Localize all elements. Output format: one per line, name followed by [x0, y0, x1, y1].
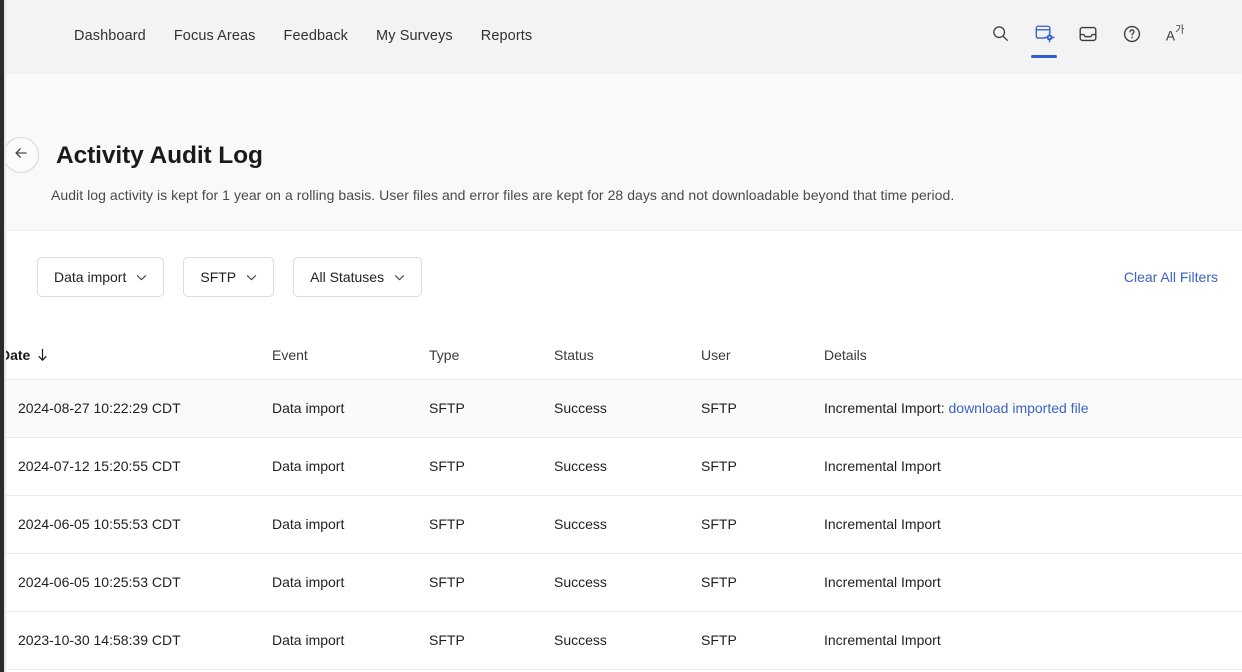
- cell-event: Data import: [272, 437, 429, 496]
- filter-status-label: All Statuses: [310, 269, 385, 285]
- details-text: Incremental Import: [824, 632, 941, 648]
- cell-type: SFTP: [429, 495, 554, 554]
- cell-details: Incremental Import: [824, 553, 1242, 612]
- nav-link-feedback[interactable]: Feedback: [270, 22, 362, 50]
- cell-type: SFTP: [429, 437, 554, 496]
- details-text: Incremental Import:: [824, 400, 945, 416]
- column-header-type[interactable]: Type: [429, 331, 554, 380]
- nav-action-icons: A 가: [978, 0, 1242, 72]
- inbox-icon: [1078, 24, 1098, 49]
- column-header-status-label: Status: [554, 346, 594, 363]
- back-button[interactable]: [3, 137, 39, 173]
- filter-event-type-dropdown[interactable]: Data import: [37, 257, 165, 297]
- table-row[interactable]: 2024-08-27 10:22:29 CDT Data import SFTP Su…: [0, 379, 1242, 438]
- page-title: Activity Audit Log: [56, 142, 263, 169]
- details-text: Incremental Import: [824, 458, 941, 474]
- table-row[interactable]: 2023-10-30 14:58:39 CDT Data import SFTP Su…: [0, 611, 1242, 670]
- cell-date: 2024-06-05 10:55:53 CDT: [0, 495, 272, 554]
- chevron-down-icon: [246, 272, 257, 283]
- cell-date: 2024-08-27 10:22:29 CDT: [0, 379, 272, 438]
- clear-all-filters-link[interactable]: Clear All Filters: [1124, 269, 1218, 285]
- search-button[interactable]: [978, 0, 1022, 72]
- cell-type: SFTP: [429, 611, 554, 670]
- cell-event: Data import: [272, 379, 429, 438]
- column-header-status[interactable]: Status: [554, 331, 701, 380]
- cell-date: 2024-07-12 15:20:55 CDT: [0, 437, 272, 496]
- download-imported-file-link[interactable]: download imported file: [949, 400, 1089, 416]
- window-edge-left: [0, 0, 4, 672]
- svg-text:가: 가: [1175, 24, 1184, 36]
- audit-log-page: Dashboard Focus Areas Feedback My Survey…: [0, 0, 1242, 672]
- help-button[interactable]: [1110, 0, 1154, 72]
- filter-source-dropdown[interactable]: SFTP: [183, 257, 275, 297]
- details-text: Incremental Import: [824, 516, 941, 532]
- column-header-details-label: Details: [824, 346, 867, 363]
- filter-bar: Data import SFTP All Statuses Clear All …: [0, 231, 1242, 331]
- cell-status: Success: [554, 553, 701, 612]
- window-edge-inner: [4, 0, 6, 672]
- cell-date: 2023-10-30 14:58:39 CDT: [0, 611, 272, 670]
- active-tab-indicator: [1031, 55, 1057, 58]
- cell-details: Incremental Import: download imported fi…: [824, 379, 1242, 438]
- arrow-left-icon: [13, 145, 29, 166]
- table-header-row: Date Event Type Status User Details: [0, 331, 1242, 380]
- cell-details: Incremental Import: [824, 437, 1242, 496]
- filter-event-type-label: Data import: [54, 269, 127, 285]
- cell-user: SFTP: [701, 553, 824, 612]
- cell-user: SFTP: [701, 611, 824, 670]
- cell-status: Success: [554, 611, 701, 670]
- filter-source-label: SFTP: [200, 269, 237, 285]
- audit-log-table: Date Event Type Status User Details 2024…: [0, 331, 1242, 670]
- help-circle-icon: [1122, 24, 1142, 49]
- page-header-section: Activity Audit Log Audit log activity is…: [0, 72, 1242, 231]
- column-header-event-label: Event: [272, 346, 308, 363]
- cell-status: Success: [554, 379, 701, 438]
- cell-status: Success: [554, 437, 701, 496]
- column-header-user-label: User: [701, 346, 731, 363]
- cell-event: Data import: [272, 495, 429, 554]
- translate-button[interactable]: A 가: [1154, 0, 1198, 72]
- cell-date: 2024-06-05 10:25:53 CDT: [0, 553, 272, 612]
- cell-event: Data import: [272, 611, 429, 670]
- sort-descending-icon: [36, 348, 49, 362]
- cell-user: SFTP: [701, 379, 824, 438]
- chevron-down-icon: [136, 272, 147, 283]
- chevron-down-icon: [394, 272, 405, 283]
- admin-panel-gear-icon: [1034, 23, 1055, 49]
- audit-log-table-container: Date Event Type Status User Details 2024…: [0, 331, 1242, 670]
- nav-link-reports[interactable]: Reports: [467, 22, 546, 50]
- column-header-type-label: Type: [429, 346, 460, 363]
- primary-nav-links: Dashboard Focus Areas Feedback My Survey…: [74, 22, 546, 50]
- details-text: Incremental Import: [824, 574, 941, 590]
- translate-icon: A 가: [1165, 23, 1187, 50]
- table-row[interactable]: 2024-06-05 10:55:53 CDT Data import SFTP Su…: [0, 495, 1242, 554]
- cell-details: Incremental Import: [824, 495, 1242, 554]
- top-navigation-bar: Dashboard Focus Areas Feedback My Survey…: [0, 0, 1242, 72]
- column-header-event[interactable]: Event: [272, 331, 429, 380]
- cell-details: Incremental Import: [824, 611, 1242, 670]
- cell-type: SFTP: [429, 379, 554, 438]
- cell-user: SFTP: [701, 437, 824, 496]
- nav-link-my-surveys[interactable]: My Surveys: [362, 22, 467, 50]
- cell-status: Success: [554, 495, 701, 554]
- admin-panel-button[interactable]: [1022, 0, 1066, 72]
- filter-button-group: Data import SFTP All Statuses: [37, 257, 423, 297]
- nav-link-dashboard[interactable]: Dashboard: [74, 22, 160, 50]
- nav-link-focus-areas[interactable]: Focus Areas: [160, 22, 270, 50]
- column-header-details[interactable]: Details: [824, 331, 1242, 380]
- table-row[interactable]: 2024-06-05 10:25:53 CDT Data import SFTP Su…: [0, 553, 1242, 612]
- cell-user: SFTP: [701, 495, 824, 554]
- inbox-button[interactable]: [1066, 0, 1110, 72]
- column-header-user[interactable]: User: [701, 331, 824, 380]
- column-header-date[interactable]: Date: [0, 331, 272, 380]
- table-row[interactable]: 2024-07-12 15:20:55 CDT Data import SFTP Su…: [0, 437, 1242, 496]
- cell-event: Data import: [272, 553, 429, 612]
- table-body: 2024-08-27 10:22:29 CDT Data import SFTP Su…: [0, 379, 1242, 670]
- table-header: Date Event Type Status User Details: [0, 331, 1242, 380]
- search-icon: [991, 24, 1010, 48]
- filter-status-dropdown[interactable]: All Statuses: [293, 257, 423, 297]
- cell-type: SFTP: [429, 553, 554, 612]
- page-description: Audit log activity is kept for 1 year on…: [51, 187, 955, 203]
